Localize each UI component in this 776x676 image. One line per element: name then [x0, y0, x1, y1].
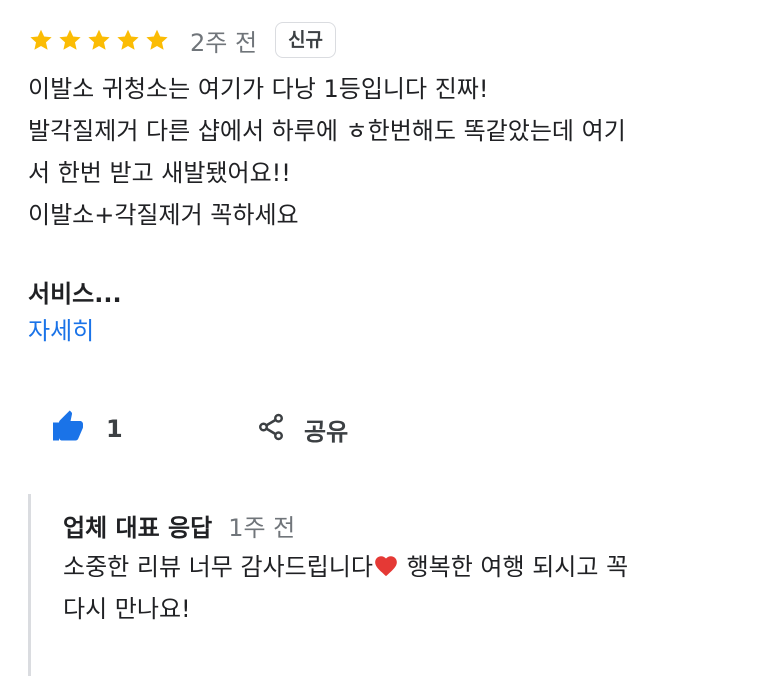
share-button[interactable]: 공유 [256, 408, 348, 450]
review-text-line: 이발소 귀청소는 여기가 다낭 1등입니다 진짜! [28, 75, 489, 103]
review-time: 2주 전 [190, 28, 258, 57]
star-icon [57, 27, 83, 53]
share-label: 공유 [304, 417, 349, 446]
review-card: 2주 전 신규 이발소 귀청소는 여기가 다낭 1등입니다 진짜! 발각질제거 … [0, 0, 776, 676]
review-text-line: 발각질제거 다른 샵에서 하루에 ㅎ한번해도 똑같았는데 여기 [28, 117, 626, 145]
review-text-line: 이발소+각질제거 꼭하세요 [28, 201, 299, 229]
owner-response-header: 업체 대표 응답 1주 전 [63, 508, 295, 548]
owner-response-title: 업체 대표 응답 [63, 514, 213, 542]
like-button[interactable]: 1 [50, 408, 123, 450]
star-icon [144, 27, 170, 53]
review-text-line: 서 한번 받고 새발됐어요!! [28, 159, 291, 187]
new-badge: 신규 [275, 22, 337, 58]
star-icon [28, 27, 54, 53]
owner-response-text-end: 행복한 여행 되시고 꼭 [398, 553, 629, 581]
owner-response-line: 다시 만나요! [63, 595, 191, 623]
star-rating [28, 27, 170, 53]
more-link[interactable]: 자세히 [28, 312, 94, 350]
owner-response-time: 1주 전 [228, 514, 296, 542]
review-header: 2주 전 신규 [28, 20, 337, 60]
review-text: 이발소 귀청소는 여기가 다낭 1등입니다 진짜! 발각질제거 다른 샵에서 하… [28, 68, 728, 236]
red-heart-icon [373, 550, 399, 577]
review-actions: 1 공유 [0, 404, 776, 454]
owner-response-line: 소중한 리뷰 너무 감사드립니다 행복한 여행 되시고 꼭 [63, 546, 743, 588]
owner-response-text: 소중한 리뷰 너무 감사드립니다 행복한 여행 되시고 꼭 다시 만나요! [63, 546, 743, 630]
thumbs-up-icon [50, 409, 86, 449]
service-label: 서비스... [28, 280, 122, 308]
star-icon [115, 27, 141, 53]
share-icon [256, 412, 286, 446]
star-icon [86, 27, 112, 53]
like-count: 1 [106, 415, 123, 443]
owner-response: 업체 대표 응답 1주 전 소중한 리뷰 너무 감사드립니다 행복한 여행 되시… [28, 494, 751, 676]
owner-response-text-start: 소중한 리뷰 너무 감사드립니다 [63, 553, 373, 581]
